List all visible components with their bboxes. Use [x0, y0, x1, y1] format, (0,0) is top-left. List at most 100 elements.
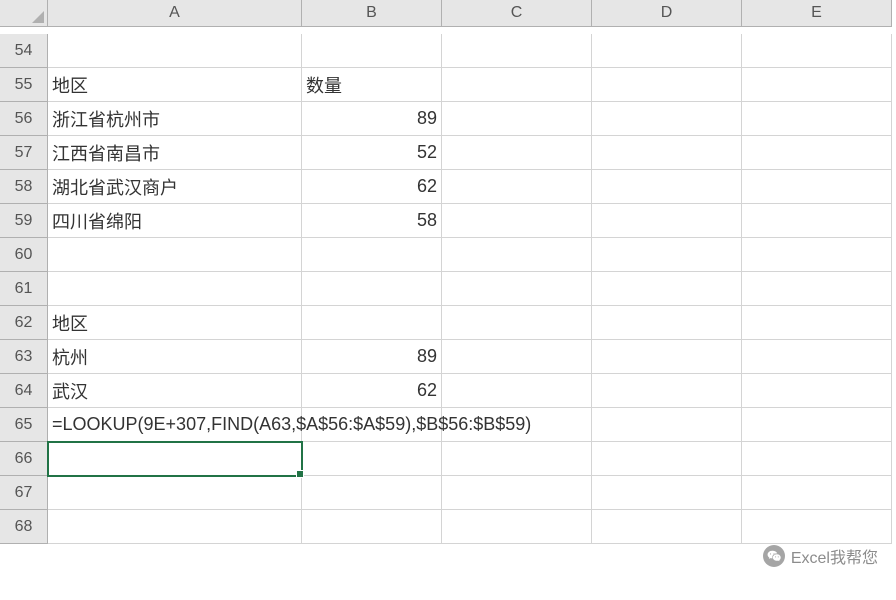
cell-E57[interactable]	[742, 136, 892, 170]
cell-C58[interactable]	[442, 170, 592, 204]
cell-A60[interactable]	[48, 238, 302, 272]
cell-C62[interactable]	[442, 306, 592, 340]
cell-E65[interactable]	[742, 408, 892, 442]
cell-C59[interactable]	[442, 204, 592, 238]
cell-C60[interactable]	[442, 238, 592, 272]
row-header-59[interactable]: 59	[0, 204, 48, 238]
cell-E61[interactable]	[742, 272, 892, 306]
cell-C67[interactable]	[442, 476, 592, 510]
watermark-text: Excel我帮您	[791, 544, 878, 568]
cell-C61[interactable]	[442, 272, 592, 306]
cell-A57[interactable]: 江西省南昌市	[48, 136, 302, 170]
cell-B61[interactable]	[302, 272, 442, 306]
cell-A58[interactable]: 湖北省武汉商户	[48, 170, 302, 204]
col-header-A[interactable]: A	[48, 0, 302, 27]
row-header-64[interactable]: 64	[0, 374, 48, 408]
row-header-56[interactable]: 56	[0, 102, 48, 136]
cell-D59[interactable]	[592, 204, 742, 238]
cell-A56[interactable]: 浙江省杭州市	[48, 102, 302, 136]
cell-D67[interactable]	[592, 476, 742, 510]
cell-D68[interactable]	[592, 510, 742, 544]
cell-A55[interactable]: 地区	[48, 68, 302, 102]
cell-D65[interactable]	[592, 408, 742, 442]
cell-B67[interactable]	[302, 476, 442, 510]
cell-E67[interactable]	[742, 476, 892, 510]
row-header-65[interactable]: 65	[0, 408, 48, 442]
row-header-61[interactable]: 61	[0, 272, 48, 306]
cell-D56[interactable]	[592, 102, 742, 136]
cell-C63[interactable]	[442, 340, 592, 374]
cell-value: 杭州	[52, 344, 88, 370]
cell-E55[interactable]	[742, 68, 892, 102]
cell-A63[interactable]: 杭州	[48, 340, 302, 374]
cell-B56[interactable]: 89	[302, 102, 442, 136]
cell-A65[interactable]: =LOOKUP(9E+307,FIND(A63,$A$56:$A$59),$B$…	[48, 408, 302, 442]
cell-E63[interactable]	[742, 340, 892, 374]
cell-D57[interactable]	[592, 136, 742, 170]
cell-C55[interactable]	[442, 68, 592, 102]
cell-B66[interactable]	[302, 442, 442, 476]
cell-B64[interactable]: 62	[302, 374, 442, 408]
row-header-62[interactable]: 62	[0, 306, 48, 340]
cell-D61[interactable]	[592, 272, 742, 306]
cell-E56[interactable]	[742, 102, 892, 136]
row-header-66[interactable]: 66	[0, 442, 48, 476]
cell-A68[interactable]	[48, 510, 302, 544]
cell-B55[interactable]: 数量	[302, 68, 442, 102]
cell-E68[interactable]	[742, 510, 892, 544]
cell-D64[interactable]	[592, 374, 742, 408]
row-header-60[interactable]: 60	[0, 238, 48, 272]
cell-A54[interactable]	[48, 34, 302, 68]
cell-D55[interactable]	[592, 68, 742, 102]
cell-B58[interactable]: 62	[302, 170, 442, 204]
select-all-corner[interactable]	[0, 0, 48, 27]
cell-C56[interactable]	[442, 102, 592, 136]
cell-E60[interactable]	[742, 238, 892, 272]
cell-A61[interactable]	[48, 272, 302, 306]
cell-value: 58	[417, 210, 437, 231]
cell-D60[interactable]	[592, 238, 742, 272]
row-header-68[interactable]: 68	[0, 510, 48, 544]
cell-B60[interactable]	[302, 238, 442, 272]
col-header-B[interactable]: B	[302, 0, 442, 27]
cell-value: 89	[417, 108, 437, 129]
cell-A64[interactable]: 武汉	[48, 374, 302, 408]
cell-E59[interactable]	[742, 204, 892, 238]
cell-A62[interactable]: 地区	[48, 306, 302, 340]
row-header-57[interactable]: 57	[0, 136, 48, 170]
col-header-D[interactable]: D	[592, 0, 742, 27]
cell-B68[interactable]	[302, 510, 442, 544]
cell-B57[interactable]: 52	[302, 136, 442, 170]
cell-A67[interactable]	[48, 476, 302, 510]
cell-D54[interactable]	[592, 34, 742, 68]
cell-E66[interactable]	[742, 442, 892, 476]
col-header-C[interactable]: C	[442, 0, 592, 27]
spreadsheet-grid[interactable]: A B C D E 5455地区数量56浙江省杭州市8957江西省南昌市5258…	[0, 0, 896, 544]
col-header-E[interactable]: E	[742, 0, 892, 27]
row-header-55[interactable]: 55	[0, 68, 48, 102]
cell-B63[interactable]: 89	[302, 340, 442, 374]
cell-C66[interactable]	[442, 442, 592, 476]
cell-C68[interactable]	[442, 510, 592, 544]
cell-C54[interactable]	[442, 34, 592, 68]
cell-E54[interactable]	[742, 34, 892, 68]
cell-C64[interactable]	[442, 374, 592, 408]
cell-D58[interactable]	[592, 170, 742, 204]
row-header-54[interactable]: 54	[0, 34, 48, 68]
row-header-63[interactable]: 63	[0, 340, 48, 374]
cell-D62[interactable]	[592, 306, 742, 340]
cell-B54[interactable]	[302, 34, 442, 68]
cell-C57[interactable]	[442, 136, 592, 170]
cell-E64[interactable]	[742, 374, 892, 408]
cell-D66[interactable]	[592, 442, 742, 476]
cell-E58[interactable]	[742, 170, 892, 204]
cell-A59[interactable]: 四川省绵阳	[48, 204, 302, 238]
row-header-58[interactable]: 58	[0, 170, 48, 204]
row-header-67[interactable]: 67	[0, 476, 48, 510]
cell-value: 62	[417, 176, 437, 197]
cell-B59[interactable]: 58	[302, 204, 442, 238]
cell-B62[interactable]	[302, 306, 442, 340]
cell-E62[interactable]	[742, 306, 892, 340]
cell-D63[interactable]	[592, 340, 742, 374]
cell-A66[interactable]	[48, 442, 302, 476]
